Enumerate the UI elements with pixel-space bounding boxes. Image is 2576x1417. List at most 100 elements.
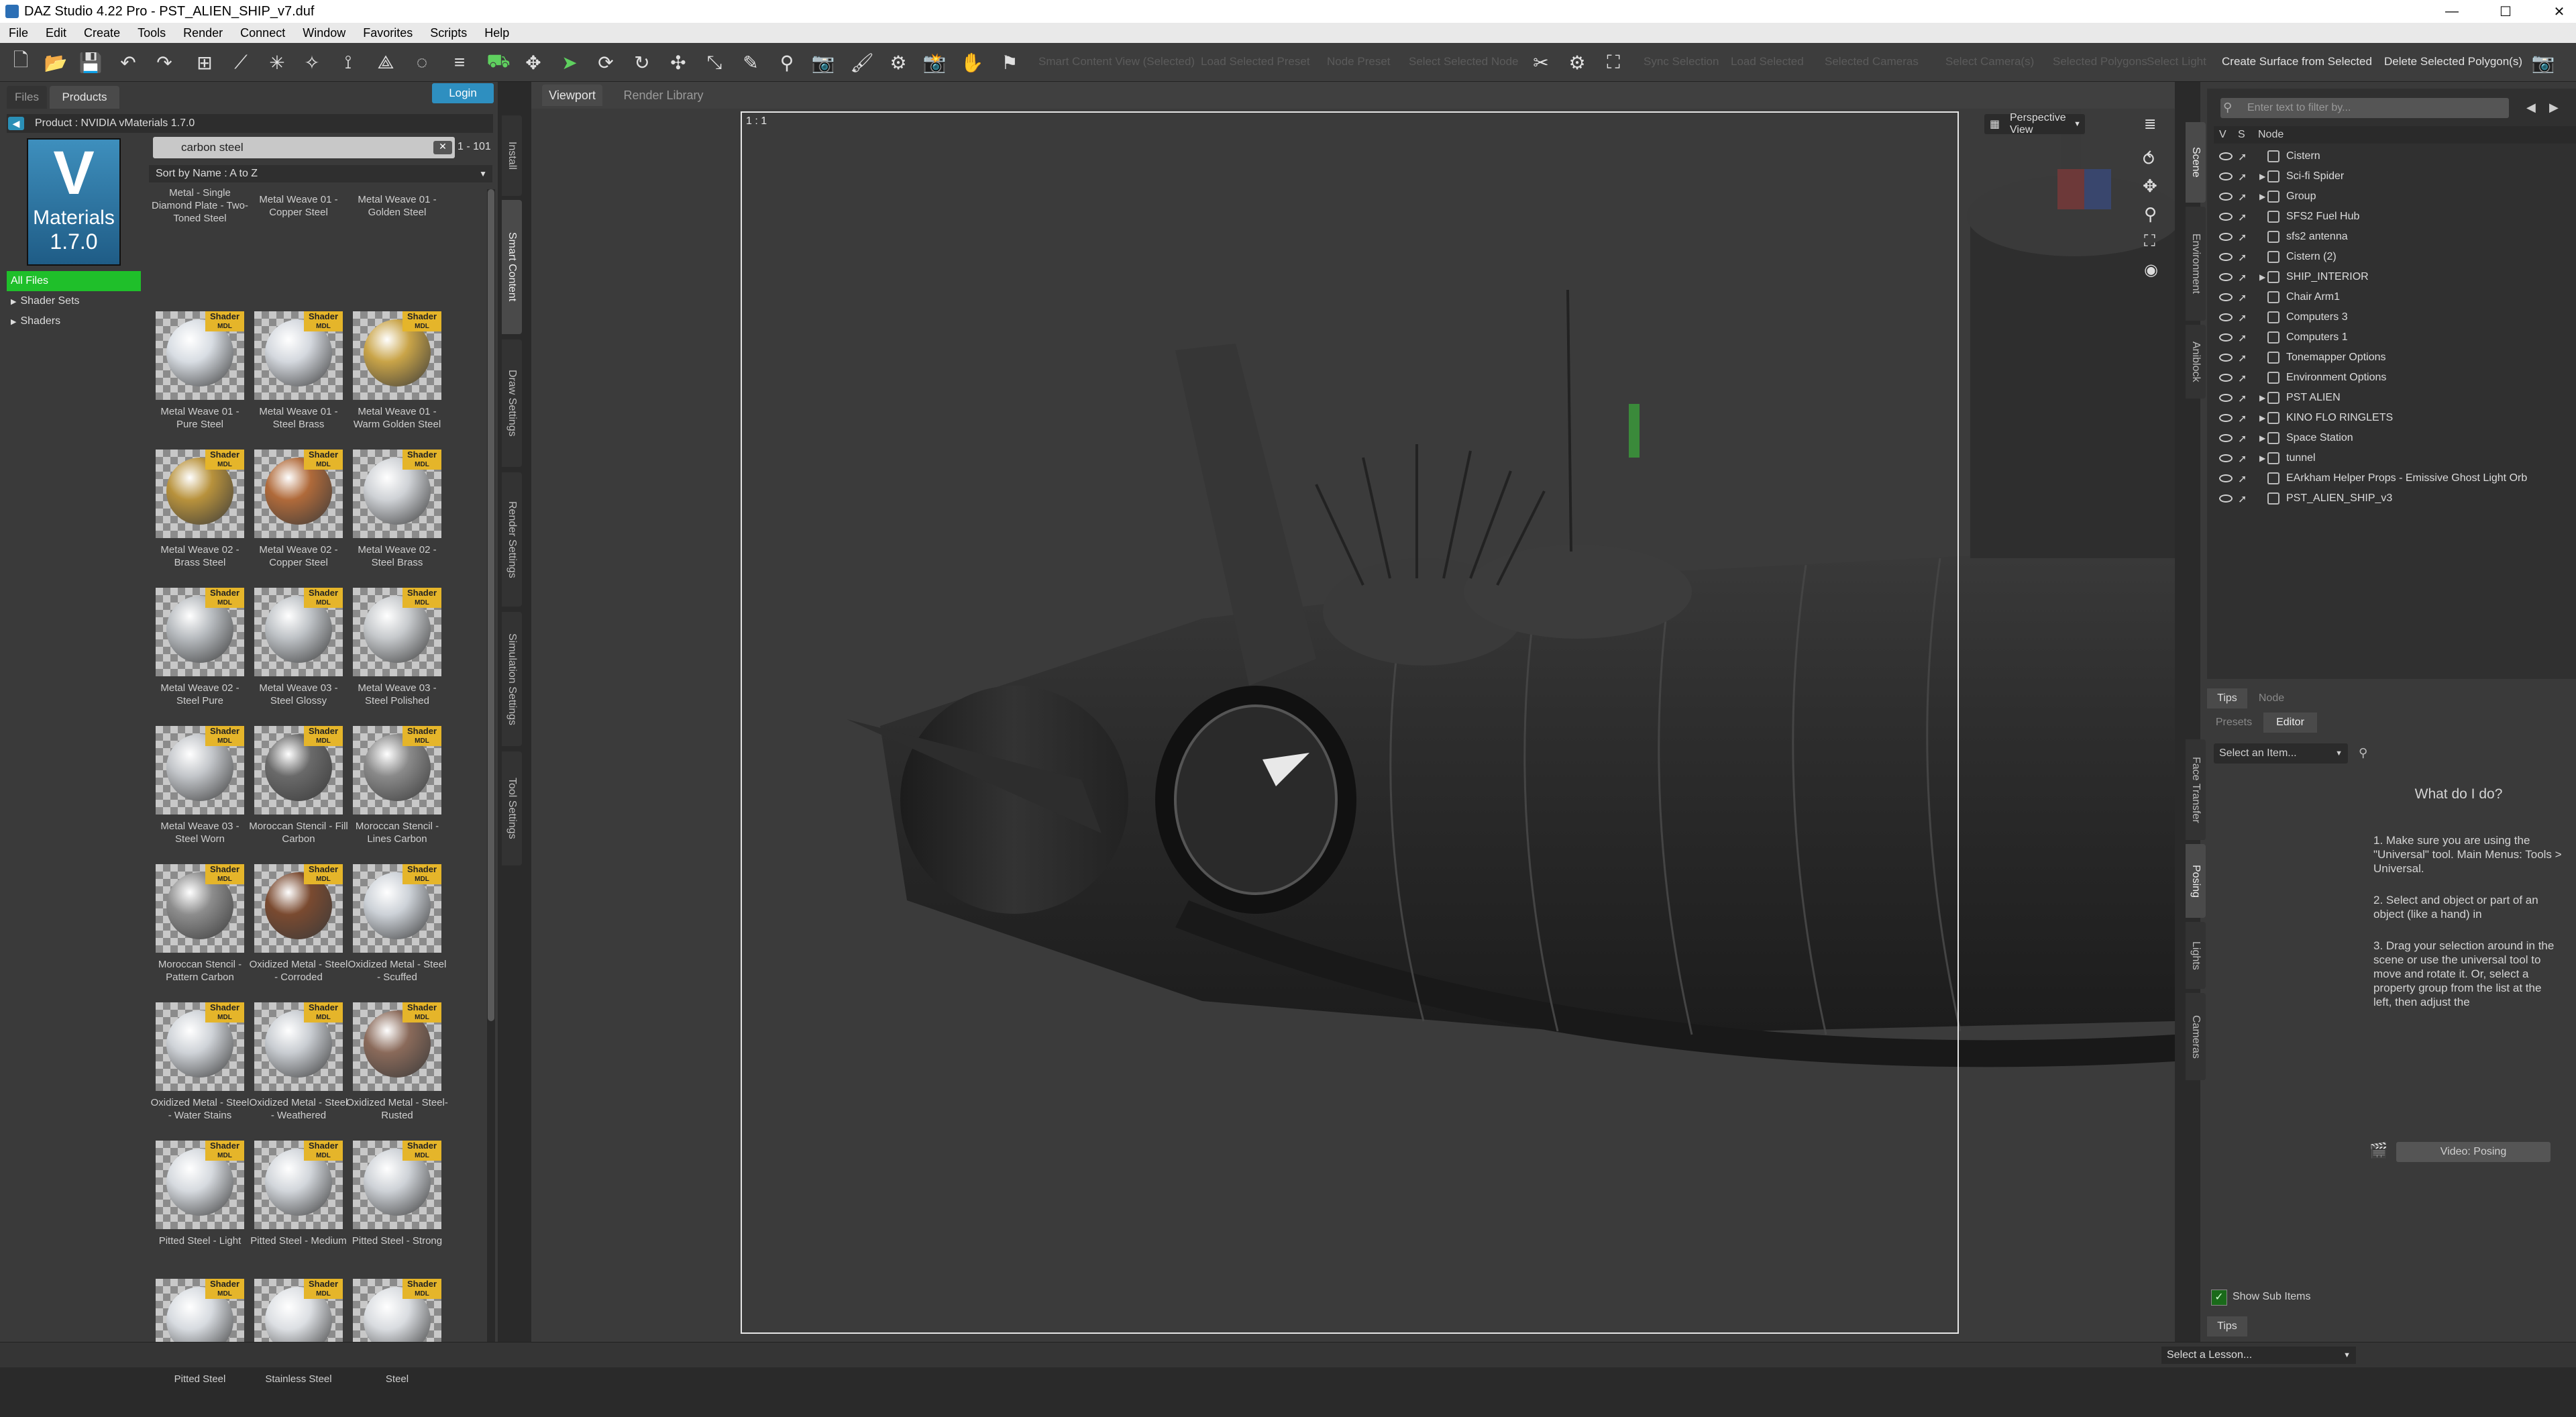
region-navigator-icon[interactable]: ⟁ — [373, 50, 398, 75]
content-search-input[interactable]: carbon steel — [153, 137, 455, 158]
eye-icon[interactable] — [2219, 273, 2233, 281]
tab-tips-bottom[interactable]: Tips — [2207, 1316, 2247, 1336]
material-tile[interactable]: Shader MDL Pitted Steel - Light — [149, 1141, 250, 1279]
selectable-icon[interactable]: ➚ — [2238, 271, 2250, 284]
material-tile[interactable]: Shader MDL Metal Weave 02 - Brass Steel — [149, 450, 250, 588]
side-tab-face-transfer[interactable]: Face Transfer — [2186, 739, 2206, 840]
menu-edit[interactable]: Edit — [46, 26, 66, 40]
selectable-icon[interactable]: ➚ — [2238, 412, 2250, 425]
clear-search-icon[interactable]: ✕ — [433, 141, 452, 154]
next-arrow-icon[interactable]: ▶ — [2549, 101, 2559, 115]
selectable-icon[interactable]: ➚ — [2238, 211, 2250, 223]
scene-node-row[interactable]: ➚ ▶ Sci-fi Spider — [2214, 166, 2576, 187]
material-tile[interactable]: Shader MDL Pitted Steel - Strong — [346, 1141, 447, 1279]
scene-node-row[interactable]: ➚ Tonemapper Options — [2214, 348, 2576, 368]
tab-viewport[interactable]: Viewport — [542, 85, 602, 106]
expand-icon[interactable]: ▶ — [2259, 192, 2265, 201]
material-tile[interactable]: Shader MDL Metal Weave 02 - Steel Brass — [346, 450, 447, 588]
material-tile[interactable]: Shader MDL Metal Weave 01 - Steel Brass — [248, 311, 348, 450]
pin-tool-icon[interactable]: ⚑ — [997, 50, 1022, 75]
eye-icon[interactable] — [2219, 354, 2233, 362]
menu-tools[interactable]: Tools — [138, 26, 166, 40]
eye-icon[interactable] — [2219, 172, 2233, 180]
side-tab-install[interactable]: Install — [502, 115, 522, 196]
material-tile[interactable]: Shader MDL Metal Weave 03 - Steel Glossy — [248, 588, 348, 726]
selectable-icon[interactable]: ➚ — [2238, 392, 2250, 405]
scene-node-row[interactable]: ➚ EArkham Helper Props - Emissive Ghost L… — [2214, 468, 2576, 488]
material-tile[interactable]: Shader MDL Metal Weave 03 - Steel Worn — [149, 726, 250, 864]
menu-connect[interactable]: Connect — [240, 26, 285, 40]
side-tab-environment[interactable]: Environment — [2186, 207, 2206, 321]
eye-icon[interactable] — [2219, 233, 2233, 241]
material-tile[interactable]: Shader MDL Oxidized Metal - Steel - Water … — [149, 1002, 250, 1141]
close-button[interactable]: ✕ — [2529, 0, 2576, 23]
video-posing-button[interactable]: Video: Posing — [2396, 1142, 2551, 1162]
selectable-icon[interactable]: ➚ — [2238, 251, 2250, 264]
eye-icon[interactable] — [2219, 454, 2233, 462]
active-pose-icon[interactable]: ✧ — [299, 50, 325, 75]
eye-icon[interactable] — [2219, 213, 2233, 221]
camera-render-icon[interactable]: 📸 — [922, 50, 947, 75]
redo-icon[interactable]: ↷ — [152, 50, 177, 75]
expand-icon[interactable]: ▶ — [2259, 393, 2265, 403]
menu-scripts[interactable]: Scripts — [430, 26, 467, 40]
orbit-camera-icon[interactable]: ⥀ — [2143, 149, 2155, 170]
select-arrow-icon[interactable]: ➤ — [557, 50, 582, 75]
surface-selection-icon[interactable]: ⛟ — [486, 50, 511, 75]
frame-camera-icon[interactable]: ⛶ — [2144, 232, 2155, 251]
eye-icon[interactable] — [2219, 152, 2233, 160]
material-tile[interactable]: Shader MDL Moroccan Stencil - Fill Carbon — [248, 726, 348, 864]
eye-icon[interactable] — [2219, 394, 2233, 402]
scene-node-row[interactable]: ➚ ▶ PST ALIEN — [2214, 388, 2576, 408]
tab-render-library[interactable]: Render Library — [613, 85, 714, 106]
tab-editor[interactable]: Editor — [2263, 713, 2317, 733]
material-tile[interactable]: Shader MDL Metal Weave 02 - Copper Steel — [248, 450, 348, 588]
tree-item-all-files[interactable]: All Files — [7, 271, 141, 291]
selectable-icon[interactable]: ➚ — [2238, 150, 2250, 163]
menu-file[interactable]: File — [9, 26, 28, 40]
spot-render-icon[interactable]: ◌ — [409, 50, 435, 75]
scene-node-row[interactable]: ➚ ▶ Space Station — [2214, 428, 2576, 448]
rotate-tool-icon[interactable]: ⟳ — [593, 50, 619, 75]
tab-files[interactable]: Files — [7, 86, 47, 109]
side-tab-scene[interactable]: Scene — [2186, 122, 2206, 203]
eye-icon[interactable] — [2219, 494, 2233, 503]
sort-dropdown[interactable]: Sort by Name : A to Z ▼ — [149, 165, 492, 182]
expand-icon[interactable]: ▶ — [2259, 413, 2265, 423]
menu-render[interactable]: Render — [183, 26, 223, 40]
menu-favorites[interactable]: Favorites — [363, 26, 413, 40]
selectable-icon[interactable]: ➚ — [2238, 170, 2250, 183]
scene-node-row[interactable]: ➚ PST_ALIEN_SHIP_v3 — [2214, 488, 2576, 509]
scene-node-row[interactable]: ➚ ▶ tunnel — [2214, 448, 2576, 468]
eye-icon[interactable] — [2219, 374, 2233, 382]
selectable-icon[interactable]: ➚ — [2238, 231, 2250, 244]
selectable-icon[interactable]: ➚ — [2238, 432, 2250, 445]
menu-help[interactable]: Help — [484, 26, 509, 40]
scene-node-row[interactable]: ➚ ▶ KINO FLO RINGLETS — [2214, 408, 2576, 428]
material-tile[interactable]: Shader MDL Oxidized Metal - Steel - Corrod… — [248, 864, 348, 1002]
selectable-icon[interactable]: ➚ — [2238, 472, 2250, 485]
open-file-icon[interactable]: 📂 — [43, 50, 68, 75]
scene-node-row[interactable]: ➚ Computers 3 — [2214, 307, 2576, 327]
maximize-button[interactable]: ☐ — [2475, 0, 2536, 23]
select-item-dropdown[interactable]: Select an Item... ▼ — [2214, 743, 2348, 764]
selectable-icon[interactable]: ➚ — [2238, 331, 2250, 344]
render-icon[interactable]: 📷 — [810, 50, 836, 75]
tab-presets[interactable]: Presets — [2207, 713, 2261, 733]
side-tab-lights[interactable]: Lights — [2186, 922, 2206, 989]
expand-icon[interactable]: ▶ — [2259, 433, 2265, 443]
geometry-editor-icon[interactable]: ⟟ — [335, 50, 361, 75]
tab-tips[interactable]: Tips — [2207, 688, 2247, 708]
editor-search-icon[interactable]: ⚲ — [2359, 746, 2367, 760]
selectable-icon[interactable]: ➚ — [2238, 372, 2250, 384]
side-tab-posing[interactable]: Posing — [2186, 844, 2206, 918]
perspective-view-dropdown[interactable]: ▦ Perspective View ▼ — [1984, 112, 2085, 136]
minimize-button[interactable]: — — [2422, 0, 2482, 23]
material-tile[interactable]: Shader MDL Oxidized Metal - Steel - Weathe… — [248, 1002, 348, 1141]
expand-icon[interactable]: ▶ — [2259, 454, 2265, 463]
pan-camera-icon[interactable]: ✥ — [2143, 176, 2157, 197]
side-tab-render-settings[interactable]: Render Settings — [502, 472, 522, 607]
scene-node-row[interactable]: ➚ Computers 1 — [2214, 327, 2576, 348]
scene-node-row[interactable]: ➚ sfs2 antenna — [2214, 227, 2576, 247]
menu-window[interactable]: Window — [303, 26, 345, 40]
